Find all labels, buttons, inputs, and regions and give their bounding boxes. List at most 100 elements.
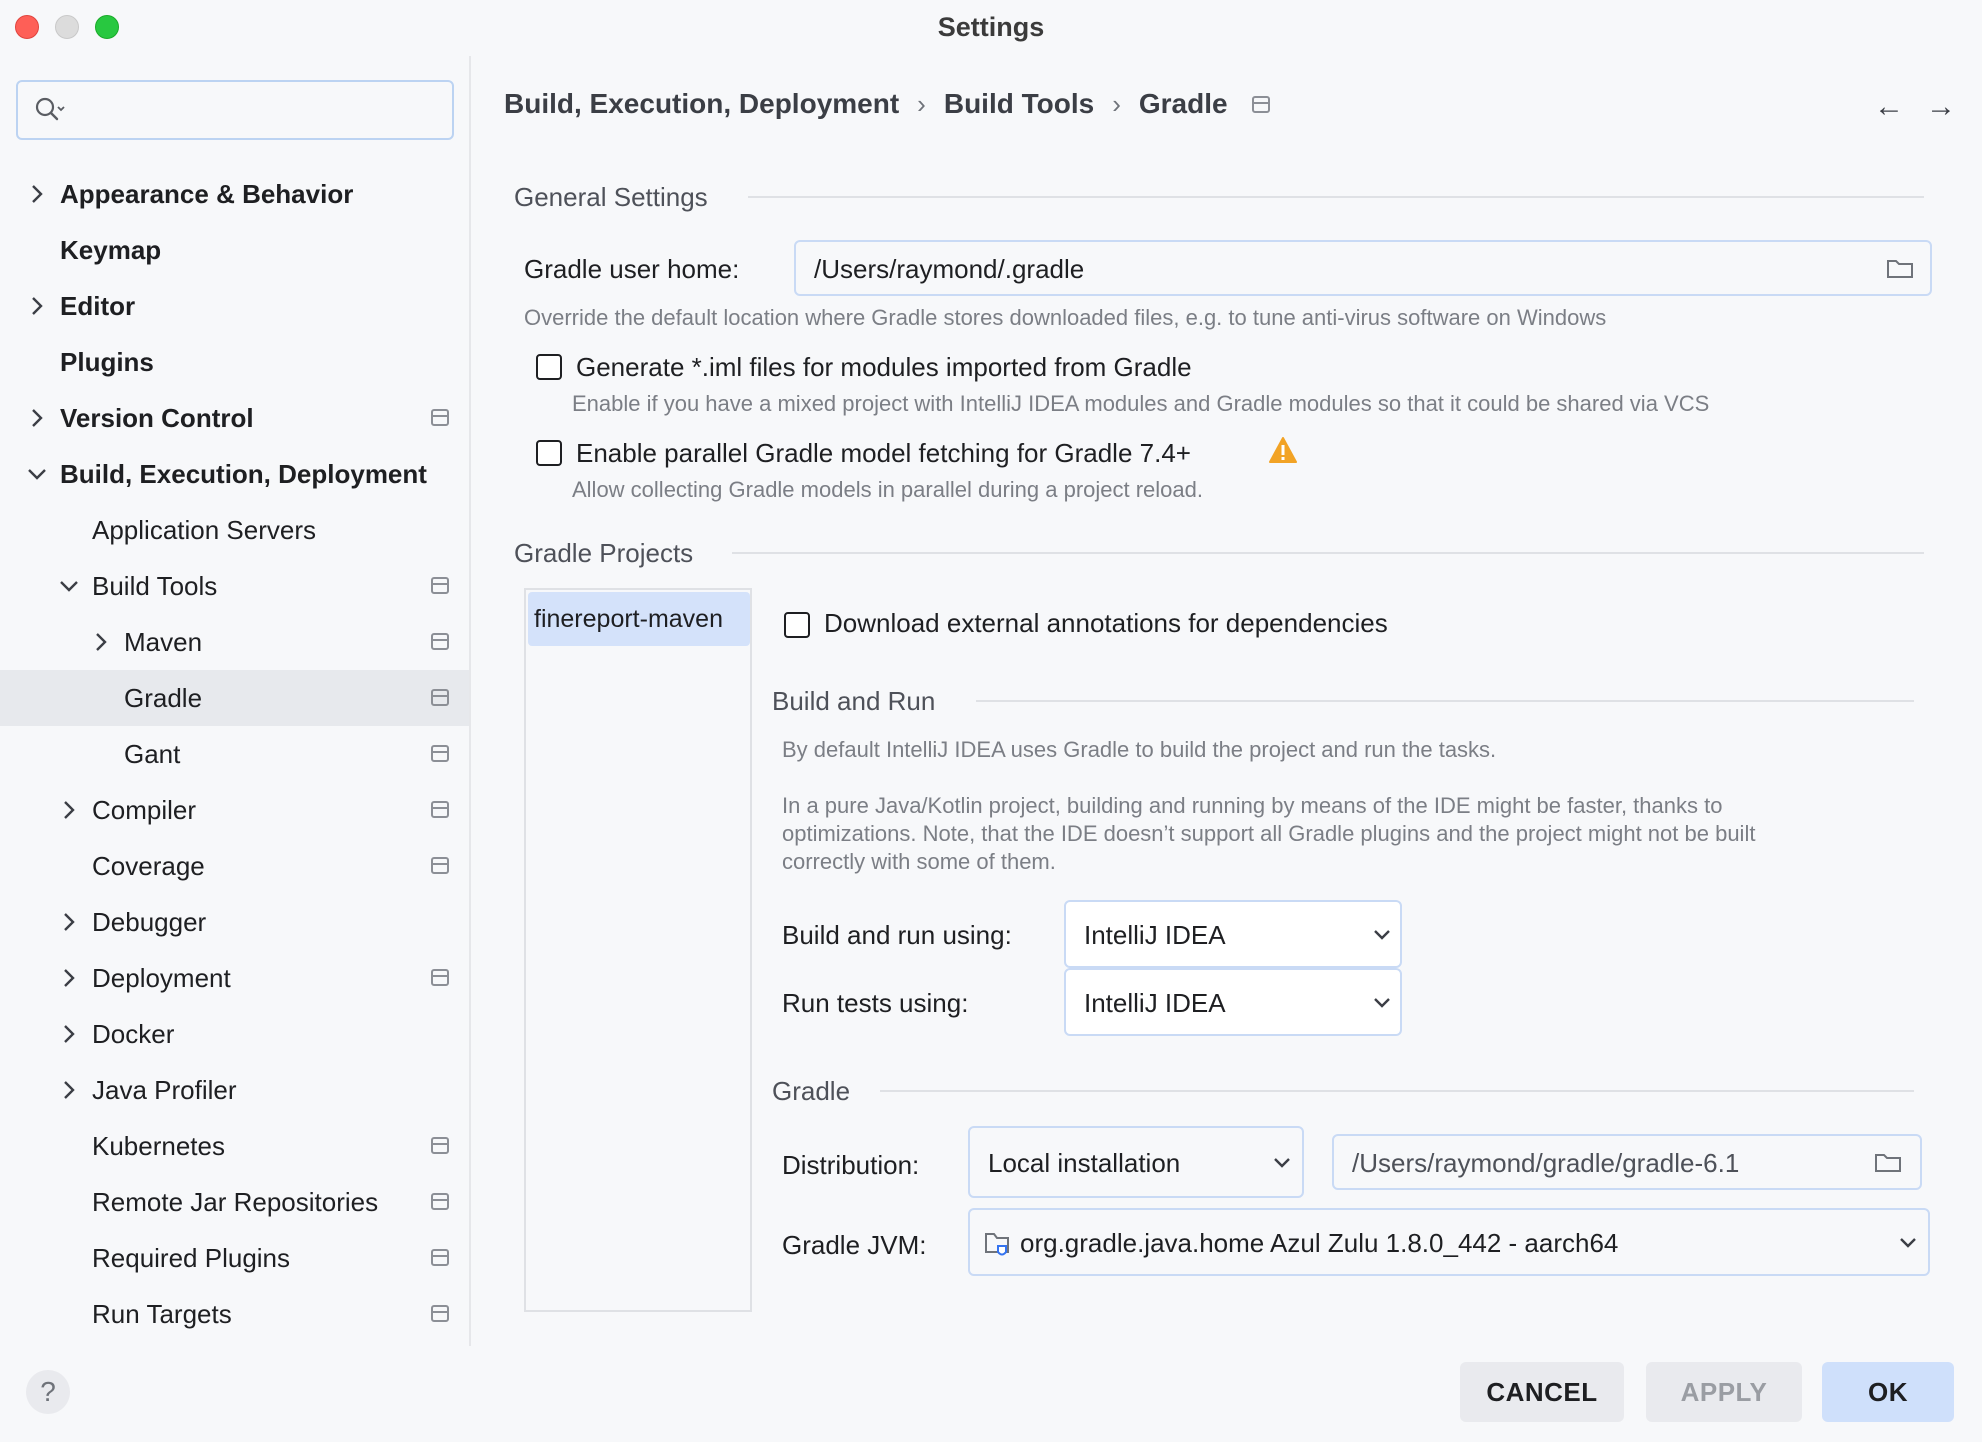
parallel-fetching-label[interactable]: Enable parallel Gradle model fetching fo… [576, 438, 1191, 469]
sidebar-item-label: Build, Execution, Deployment [60, 458, 427, 489]
breadcrumb-separator: › [1112, 88, 1121, 119]
chevron-right-icon[interactable] [58, 1023, 80, 1045]
search-icon [35, 97, 65, 121]
help-button[interactable]: ? [26, 1370, 70, 1414]
sidebar-item-label: Debugger [92, 906, 207, 937]
sidebar-item-gradle[interactable]: Gradle [0, 670, 469, 726]
gradle-user-home-value: /Users/raymond/.gradle [814, 254, 1085, 284]
sidebar-item-remote-jar-repositories[interactable]: Remote Jar Repositories [0, 1174, 469, 1230]
title-bar: Settings [0, 0, 1982, 56]
search-input[interactable] [78, 92, 438, 128]
project-level-icon [431, 633, 449, 650]
chevron-right-icon[interactable] [26, 407, 48, 429]
sidebar-item-label: Kubernetes [92, 1130, 225, 1161]
project-level-icon [431, 745, 449, 762]
run-tests-using-value: IntelliJ IDEA [1084, 988, 1226, 1018]
sidebar-item-java-profiler[interactable]: Java Profiler [0, 1062, 469, 1118]
sidebar-item-coverage[interactable]: Coverage [0, 838, 469, 894]
breadcrumb-item[interactable]: Build, Execution, Deployment [504, 88, 899, 120]
sidebar-item-label: Appearance & Behavior [60, 178, 354, 209]
sidebar-item-plugins[interactable]: Plugins [0, 334, 469, 390]
sidebar-item-label: Java Profiler [92, 1074, 237, 1105]
download-annotations-label[interactable]: Download external annotations for depend… [824, 608, 1388, 639]
project-level-icon [431, 1137, 449, 1154]
chevron-right-icon[interactable] [90, 631, 112, 653]
settings-search[interactable] [16, 80, 454, 140]
chevron-down-icon [1900, 1238, 1916, 1248]
generate-iml-checkbox[interactable] [536, 354, 562, 380]
sidebar-item-appearance-behavior[interactable]: Appearance & Behavior [0, 166, 469, 222]
chevron-down-icon [1374, 998, 1390, 1008]
generate-iml-hint: Enable if you have a mixed project with … [572, 391, 1710, 416]
chevron-right-icon[interactable] [58, 911, 80, 933]
build-run-using-select[interactable]: IntelliJ IDEA [1064, 900, 1402, 968]
sidebar-item-application-servers[interactable]: Application Servers [0, 502, 469, 558]
chevron-down-icon[interactable] [58, 575, 80, 597]
sidebar-item-editor[interactable]: Editor [0, 278, 469, 334]
sidebar-item-label: Docker [92, 1018, 175, 1049]
section-title-general: General Settings [514, 182, 708, 212]
sidebar-item-run-targets[interactable]: Run Targets [0, 1286, 469, 1342]
sidebar-item-label: Remote Jar Repositories [92, 1186, 379, 1217]
build-run-using-value: IntelliJ IDEA [1084, 920, 1226, 950]
distribution-path-field[interactable]: /Users/raymond/gradle/gradle-6.1 [1332, 1134, 1922, 1190]
breadcrumb: Build, Execution, Deployment › Build Too… [504, 88, 1270, 120]
sidebar-item-label: Maven [124, 626, 203, 657]
distribution-select[interactable]: Local installation [968, 1126, 1304, 1198]
chevron-down-icon[interactable] [26, 463, 48, 485]
generate-iml-label[interactable]: Generate *.iml files for modules importe… [576, 352, 1192, 383]
back-arrow-icon[interactable]: ← [1874, 90, 1904, 124]
divider [976, 700, 1914, 702]
run-tests-using-label: Run tests using: [782, 988, 969, 1018]
sidebar-item-debugger[interactable]: Debugger [0, 894, 469, 950]
sidebar-item-build-tools[interactable]: Build Tools [0, 558, 469, 614]
sidebar-item-label: Build Tools [92, 570, 218, 601]
settings-sidebar: Appearance & Behavior Keymap Editor Plug… [0, 56, 471, 1346]
gradle-projects-list[interactable]: finereport-maven [524, 588, 752, 1312]
sidebar-item-maven[interactable]: Maven [0, 614, 469, 670]
sidebar-item-keymap[interactable]: Keymap [0, 222, 469, 278]
breadcrumb-separator: › [917, 88, 926, 119]
distribution-label: Distribution: [782, 1150, 920, 1180]
build-run-using-label: Build and run using: [782, 920, 1012, 950]
chevron-right-icon[interactable] [58, 799, 80, 821]
folder-icon[interactable] [1874, 1151, 1902, 1173]
breadcrumb-item[interactable]: Build Tools [944, 88, 1094, 120]
forward-arrow-icon[interactable]: → [1926, 90, 1956, 124]
chevron-right-icon[interactable] [26, 295, 48, 317]
run-tests-using-select[interactable]: IntelliJ IDEA [1064, 968, 1402, 1036]
sidebar-item-kubernetes[interactable]: Kubernetes [0, 1118, 469, 1174]
project-level-icon [431, 801, 449, 818]
folder-icon[interactable] [1886, 257, 1914, 279]
parallel-fetching-checkbox[interactable] [536, 440, 562, 466]
gradle-jvm-select[interactable]: org.gradle.java.home Azul Zulu 1.8.0_442… [968, 1208, 1930, 1276]
sidebar-item-docker[interactable]: Docker [0, 1006, 469, 1062]
chevron-right-icon[interactable] [26, 183, 48, 205]
sidebar-item-gant[interactable]: Gant [0, 726, 469, 782]
sidebar-item-label: Editor [60, 290, 136, 321]
sidebar-item-version-control[interactable]: Version Control [0, 390, 469, 446]
sidebar-item-label: Plugins [60, 346, 154, 377]
parallel-fetching-hint: Allow collecting Gradle models in parall… [572, 477, 1203, 502]
cancel-button[interactable]: CANCEL [1460, 1362, 1624, 1422]
chevron-right-icon[interactable] [58, 967, 80, 989]
download-annotations-checkbox[interactable] [784, 612, 810, 638]
sidebar-item-label: Gant [124, 738, 181, 769]
build-run-hint-line: optimizations. Note, that the IDE doesn’… [782, 821, 1756, 846]
breadcrumb-item-current: Gradle [1138, 88, 1228, 119]
sidebar-item-deployment[interactable]: Deployment [0, 950, 469, 1006]
ok-button[interactable]: OK [1822, 1362, 1954, 1422]
gradle-user-home-label: Gradle user home: [524, 254, 740, 284]
project-level-icon [431, 409, 449, 426]
project-level-icon [431, 1193, 449, 1210]
window-title: Settings [937, 12, 1045, 42]
sidebar-item-compiler[interactable]: Compiler [0, 782, 469, 838]
sidebar-item-label: Deployment [92, 962, 231, 993]
apply-button[interactable]: APPLY [1646, 1362, 1802, 1422]
gradle-user-home-field[interactable]: /Users/raymond/.gradle [794, 240, 1932, 296]
sidebar-item-required-plugins[interactable]: Required Plugins [0, 1230, 469, 1286]
chevron-right-icon[interactable] [58, 1079, 80, 1101]
sidebar-item-build-execution-deployment[interactable]: Build, Execution, Deployment [0, 446, 469, 502]
list-item[interactable]: finereport-maven [528, 592, 750, 646]
chevron-down-icon [1374, 930, 1390, 940]
